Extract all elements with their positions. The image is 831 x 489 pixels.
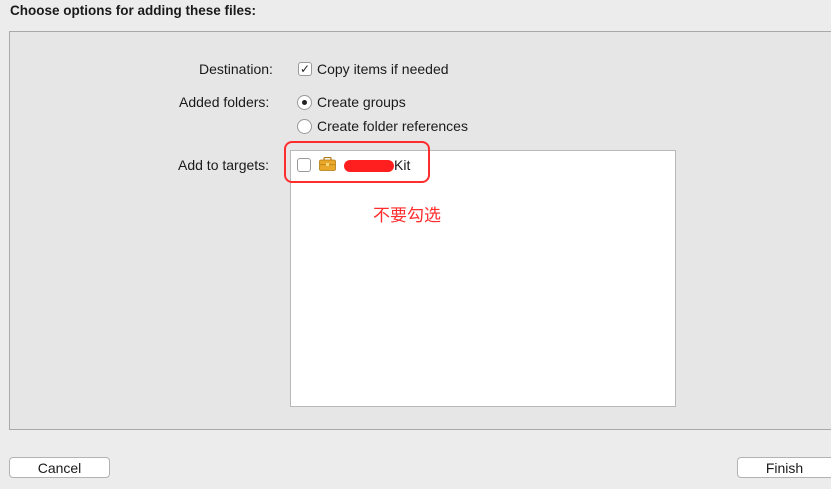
dialog-header: Choose options for adding these files: [10, 3, 257, 18]
add-to-targets-label: Add to targets: [178, 157, 270, 173]
create-groups-label[interactable]: Create groups [317, 94, 406, 110]
annotation-text: 不要勾选 [373, 206, 441, 226]
create-folder-references-radio[interactable] [297, 119, 312, 134]
targets-list[interactable] [290, 150, 676, 407]
annotation-highlight-box [284, 141, 430, 183]
copy-items-checkbox[interactable]: ✓ [298, 62, 312, 76]
added-folders-label: Added folders: [179, 94, 270, 110]
copy-items-label[interactable]: Copy items if needed [317, 61, 449, 77]
destination-label: Destination: [199, 61, 273, 77]
checkmark-icon: ✓ [299, 62, 311, 76]
finish-button[interactable]: Finish [737, 457, 831, 478]
create-folder-references-label[interactable]: Create folder references [317, 118, 468, 134]
create-groups-radio[interactable] [297, 95, 312, 110]
cancel-button[interactable]: Cancel [9, 457, 110, 478]
radio-selected-dot-icon [302, 100, 307, 105]
